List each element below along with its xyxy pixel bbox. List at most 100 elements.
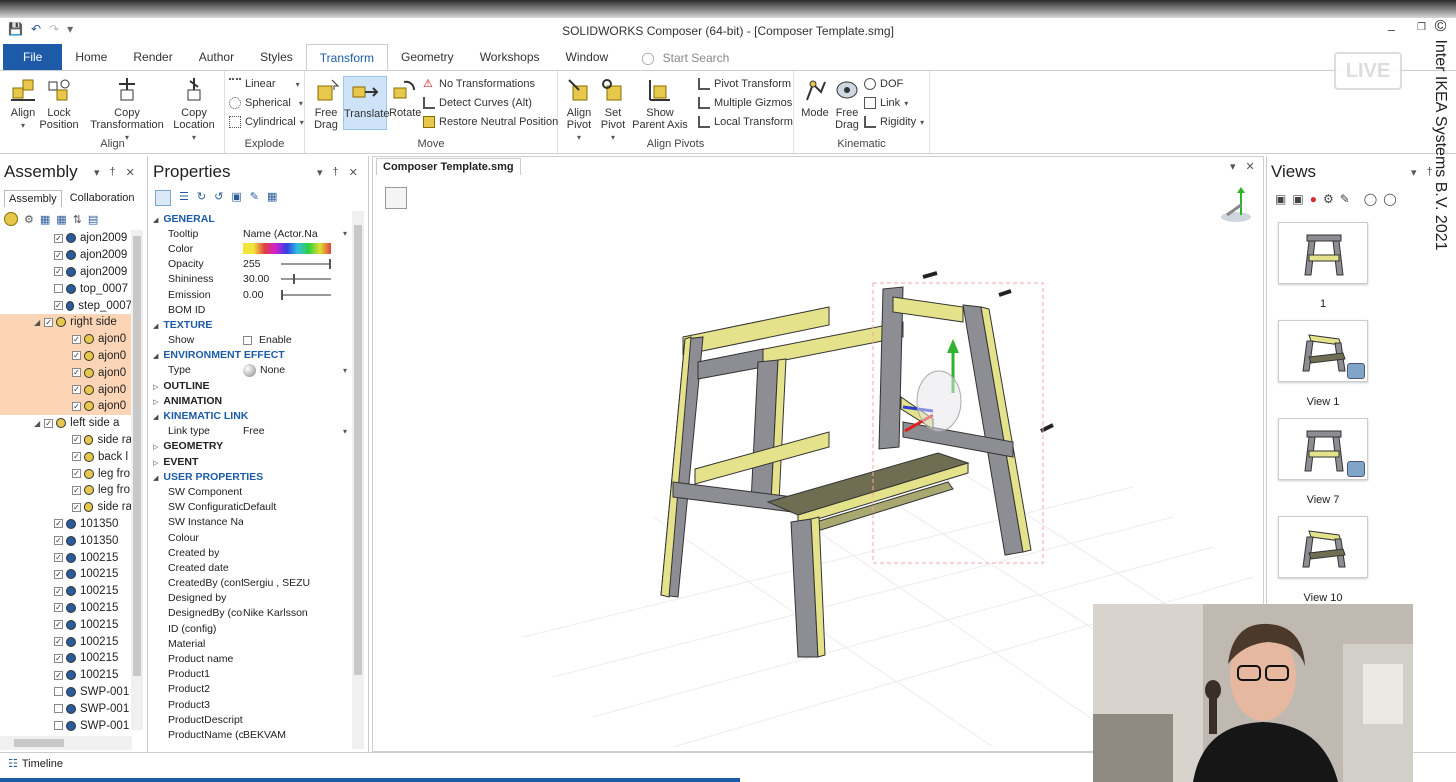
visibility-checkbox[interactable]: ✓ [54, 670, 63, 680]
visibility-checkbox[interactable] [54, 284, 63, 294]
view-settings-icon[interactable]: ⚙ [1323, 192, 1334, 206]
property-row[interactable]: Tooltip Name (Actor.Na ▾ [149, 226, 353, 241]
tree-row[interactable]: SWP-001 [0, 700, 132, 717]
section-expanded-icon[interactable]: ◢ [153, 217, 158, 224]
visibility-checkbox[interactable]: ✓ [54, 603, 63, 613]
restore-neutral-button[interactable]: Restore Neutral Position [423, 116, 558, 128]
collapse-icon[interactable]: ▦ [56, 213, 66, 226]
visibility-checkbox[interactable]: ✓ [54, 637, 63, 647]
sort-icon[interactable]: ⇅ [73, 213, 82, 226]
section-collapsed-icon[interactable]: ▷ [153, 444, 158, 451]
property-row[interactable]: Colour [149, 530, 353, 545]
tree-row[interactable]: ✓ ajon0 [0, 397, 132, 415]
property-row[interactable]: Material [149, 636, 353, 651]
tab-window[interactable]: Window [553, 44, 622, 71]
property-value[interactable]: Default [243, 501, 353, 513]
slider-thumb[interactable] [329, 259, 331, 270]
filter-icon[interactable]: ⚙ [24, 213, 34, 226]
property-row[interactable]: SW Component ... [149, 484, 353, 499]
property-section[interactable]: ◢ USER PROPERTIES [149, 469, 353, 484]
section-collapsed-icon[interactable]: ▷ [153, 384, 158, 391]
property-value[interactable]: BEKVAM [243, 729, 353, 741]
property-row[interactable]: Product3 [149, 697, 353, 712]
dropdown-arrow-icon[interactable]: ▾ [343, 366, 347, 375]
visibility-checkbox[interactable]: ✓ [72, 351, 81, 361]
property-section[interactable]: ◢ GENERAL [149, 211, 353, 226]
tree-row[interactable]: SWP-001 [0, 684, 132, 701]
tree-row[interactable]: ◢ ✓ right side [0, 313, 132, 331]
property-section[interactable]: ◢ TEXTURE [149, 317, 353, 332]
select-tool-icon[interactable] [4, 212, 18, 226]
tab-render[interactable]: Render [120, 44, 185, 71]
expand-toggle-icon[interactable]: ◢ [34, 318, 40, 327]
set-pivot-button[interactable]: Set Pivot▾ [598, 76, 628, 144]
property-value[interactable]: 255 [243, 258, 353, 270]
property-row[interactable]: Color [149, 241, 353, 256]
tree-row[interactable]: ✓ ajon2009 [0, 230, 132, 247]
property-row[interactable]: Product1 [149, 667, 353, 682]
dropdown-arrow-icon[interactable]: ▾ [343, 427, 347, 436]
enable-checkbox[interactable] [243, 335, 252, 345]
section-expanded-icon[interactable]: ◢ [153, 323, 158, 330]
property-section[interactable]: ◢ ENVIRONMENT EFFECT [149, 348, 353, 363]
visibility-checkbox[interactable]: ✓ [72, 502, 81, 512]
tab-workshops[interactable]: Workshops [467, 44, 553, 71]
section-collapsed-icon[interactable]: ▷ [153, 399, 158, 406]
tree-row[interactable]: ✓ ajon2009 [0, 264, 132, 281]
pin-icon[interactable]: † [333, 166, 339, 179]
panel-menu-icon[interactable]: ▾ [94, 166, 100, 179]
minimize-icon[interactable]: – [1388, 22, 1395, 37]
close-icon[interactable]: ✕ [126, 166, 135, 179]
property-row[interactable]: ProductDescripti... [149, 712, 353, 727]
transform-gizmo[interactable] [902, 339, 962, 433]
document-tab[interactable]: Composer Template.smg [376, 158, 521, 175]
tree-row[interactable]: ✓ leg fro [0, 482, 132, 499]
property-row[interactable]: ProductName (co...BEKVAM [149, 727, 353, 742]
no-transformations-button[interactable]: ⚠ No Transformations [423, 78, 535, 90]
tab-transform[interactable]: Transform [305, 44, 388, 71]
spherical-button[interactable]: Spherical ▾ [229, 97, 303, 109]
tab-author[interactable]: Author [186, 44, 247, 71]
expand-icon[interactable]: ▦ [40, 213, 50, 226]
visibility-checkbox[interactable]: ✓ [54, 569, 63, 579]
property-row[interactable]: Link type Free ▾ [149, 424, 353, 439]
property-value[interactable]: None ▾ [243, 363, 353, 377]
create-view-icon[interactable]: ▣ [1275, 192, 1286, 206]
tab-home[interactable]: Home [62, 44, 120, 71]
section-expanded-icon[interactable]: ◢ [153, 475, 158, 482]
tree-row[interactable]: ✓ ajon0 [0, 330, 132, 348]
tree-row[interactable]: ✓ side ra [0, 499, 132, 516]
linear-button[interactable]: Linear ▾ [229, 78, 300, 90]
tree-row[interactable]: ✓ ajon0 [0, 347, 132, 365]
visibility-checkbox[interactable]: ✓ [72, 469, 81, 479]
property-row[interactable]: Created by [149, 545, 353, 560]
tab-geometry[interactable]: Geometry [388, 44, 467, 71]
tab-file[interactable]: File [3, 44, 63, 71]
reset-icon[interactable]: ↻ [197, 190, 206, 206]
pin-icon[interactable]: † [110, 166, 116, 179]
property-row[interactable]: Shininess 30.00 [149, 272, 353, 287]
kinematic-free-drag-button[interactable]: Free Drag [832, 76, 862, 131]
visibility-checkbox[interactable]: ✓ [54, 301, 63, 311]
slider-track[interactable] [281, 274, 331, 285]
visibility-checkbox[interactable]: ✓ [72, 401, 81, 411]
rigidity-button[interactable]: Rigidity ▾ [864, 116, 924, 128]
tree-row[interactable]: ✓ step_0007 [0, 297, 132, 314]
start-search[interactable]: ◯ Start Search [641, 44, 729, 71]
scrollbar-thumb[interactable] [354, 225, 362, 675]
free-drag-button[interactable]: Free Drag [311, 76, 341, 131]
property-row[interactable]: ID (config) [149, 621, 353, 636]
property-row[interactable]: Show Enable [149, 333, 353, 348]
doc-menu-icon[interactable]: ▾ [1230, 160, 1236, 173]
tree-row[interactable]: ✓ 100215 [0, 650, 132, 667]
slider-track[interactable] [281, 289, 331, 300]
copy-location-button[interactable]: Copy Location▾ [168, 76, 220, 144]
local-transform-button[interactable]: Local Transform [698, 116, 793, 128]
tree-row[interactable]: ✓ ajon2009 [0, 247, 132, 264]
tree-row[interactable]: ✓ 100215 [0, 633, 132, 650]
camera-icon[interactable]: ▣ [231, 190, 241, 206]
slider-track[interactable] [281, 259, 331, 270]
property-row[interactable]: Opacity 255 [149, 257, 353, 272]
section-expanded-icon[interactable]: ◢ [153, 414, 158, 421]
assembly-horizontal-scrollbar[interactable] [0, 736, 132, 750]
